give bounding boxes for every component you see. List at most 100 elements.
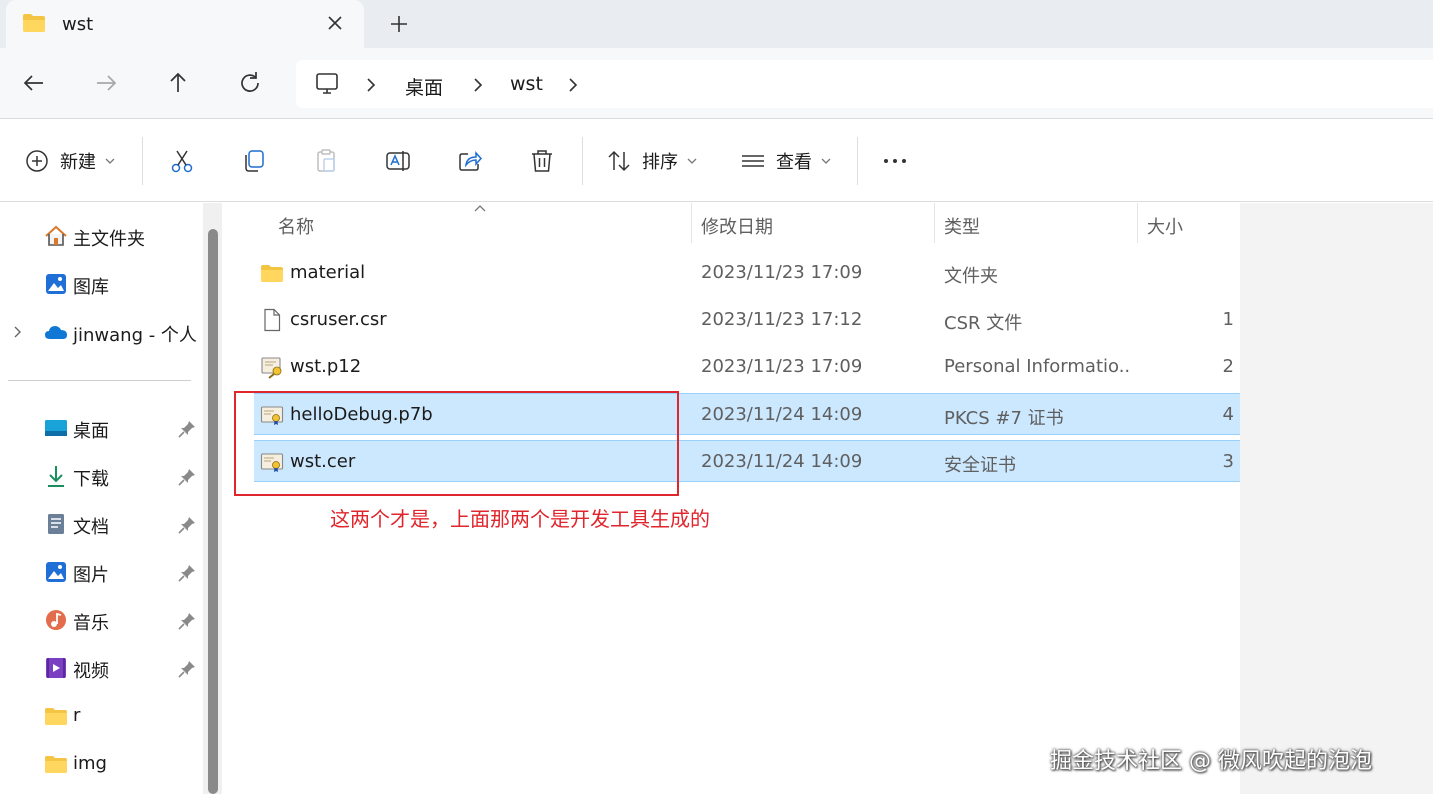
back-arrow-icon[interactable] [21, 70, 47, 96]
chevron-down-icon [687, 158, 697, 164]
sidebar-scrollbar-thumb[interactable] [208, 229, 218, 794]
file-list-scroll-area [1240, 203, 1433, 794]
sidebar-item-label: img [73, 753, 107, 774]
pin-icon[interactable] [178, 660, 196, 678]
more-dots-icon [884, 159, 906, 163]
new-tab-icon[interactable] [387, 12, 411, 36]
column-header-name[interactable]: 名称 [278, 213, 314, 239]
refresh-icon[interactable] [237, 70, 263, 96]
sidebar-item-label: 主文件夹 [73, 229, 145, 250]
chevron-right-icon[interactable] [11, 324, 25, 340]
chevron-right-icon[interactable] [471, 77, 485, 93]
close-icon[interactable] [324, 12, 346, 34]
file-date: 2023/11/23 17:09 [701, 356, 863, 377]
file-date: 2023/11/24 14:09 [701, 404, 863, 425]
file-size: 1 [1222, 309, 1234, 330]
chevron-right-icon[interactable] [364, 77, 378, 93]
sidebar-item-music[interactable]: 音乐 [0, 600, 205, 640]
sidebar-item-folder-r[interactable]: r [0, 696, 205, 736]
clipboard-icon [317, 149, 335, 172]
command-bar: 新建 排序 查看 [0, 118, 1433, 202]
sidebar-divider [8, 380, 191, 381]
watermark: 掘金技术社区 @ 微风吹起的泡泡 [1050, 749, 1372, 774]
file-row-hellodebug[interactable]: helloDebug.p7b 2023/11/24 14:09 PKCS #7 … [254, 393, 1240, 435]
trash-icon [532, 150, 552, 172]
chevron-right-icon[interactable] [566, 77, 580, 93]
annotation-note: 这两个才是，上面那两个是开发工具生成的 [330, 507, 710, 531]
sort-label: 排序 [642, 152, 678, 173]
copy-button[interactable] [241, 148, 267, 174]
file-date: 2023/11/23 17:12 [701, 309, 863, 330]
column-divider[interactable] [934, 203, 935, 243]
sidebar-item-onedrive[interactable]: jinwang - 个人 [0, 312, 205, 352]
pin-icon[interactable] [178, 612, 196, 630]
view-button[interactable]: 查看 [740, 148, 832, 174]
sidebar-item-videos[interactable]: 视频 [0, 648, 205, 688]
sidebar-item-home[interactable]: 主文件夹 [0, 216, 205, 256]
separator [582, 137, 583, 185]
sort-icon [608, 150, 630, 172]
sidebar-item-pictures[interactable]: 图片 [0, 552, 205, 592]
gallery-icon [46, 274, 66, 294]
file-row-wst-p12[interactable]: wst.p12 2023/11/23 17:09 Personal Inform… [254, 346, 1240, 388]
file-date: 2023/11/24 14:09 [701, 451, 863, 472]
breadcrumb-desktop[interactable]: 桌面 [405, 73, 443, 100]
certificate-icon [260, 453, 284, 472]
pictures-icon [46, 562, 66, 582]
share-button[interactable] [457, 148, 483, 174]
file-name: wst.p12 [290, 356, 362, 377]
tab-title: wst [62, 14, 94, 35]
onedrive-cloud-icon [45, 326, 67, 339]
file-size: 4 [1222, 404, 1234, 425]
tab-wst[interactable]: wst [6, 0, 364, 50]
view-label: 查看 [776, 152, 812, 173]
file-list: 名称 修改日期 类型 大小 material 2023/11/23 17:09 … [222, 203, 1433, 794]
computer-icon [316, 73, 338, 94]
rename-button[interactable] [385, 148, 411, 174]
file-row-wst-cer[interactable]: wst.cer 2023/11/24 14:09 安全证书 3 [254, 440, 1240, 482]
navigation-bar: 桌面 wst [0, 48, 1433, 118]
sidebar-item-folder-img[interactable]: img [0, 744, 205, 784]
sidebar-item-label: 桌面 [73, 421, 109, 442]
column-header-size[interactable]: 大小 [1147, 213, 1183, 239]
column-header-date[interactable]: 修改日期 [701, 213, 773, 239]
file-size: 2 [1222, 356, 1234, 377]
chevron-down-icon [821, 158, 831, 164]
folder-icon [261, 265, 283, 282]
file-row-csruser[interactable]: csruser.csr 2023/11/23 17:12 CSR 文件 1 [254, 299, 1240, 341]
folder-icon [45, 756, 67, 773]
view-list-icon [742, 155, 764, 167]
pin-icon[interactable] [178, 516, 196, 534]
new-button[interactable]: 新建 [24, 148, 116, 174]
cut-button[interactable] [169, 148, 195, 174]
pin-icon[interactable] [178, 468, 196, 486]
breadcrumb-wst[interactable]: wst [510, 73, 543, 95]
sidebar-item-desktop[interactable]: 桌面 [0, 408, 205, 448]
navigation-pane: 主文件夹 图库 jinwang - 个人 桌面 下载 文档 图片 音乐 视频 r… [0, 203, 222, 794]
home-icon [45, 225, 67, 246]
sidebar-item-downloads[interactable]: 下载 [0, 456, 205, 496]
more-options-button[interactable] [882, 148, 908, 174]
paste-button[interactable] [313, 148, 339, 174]
sidebar-item-documents[interactable]: 文档 [0, 504, 205, 544]
certificate-key-icon [261, 357, 282, 379]
sidebar-item-gallery[interactable]: 图库 [0, 264, 205, 304]
column-header-type[interactable]: 类型 [944, 213, 980, 239]
sidebar-item-label: 下载 [73, 469, 109, 490]
sidebar-item-label: 音乐 [73, 613, 109, 634]
column-divider[interactable] [1137, 203, 1138, 243]
pin-icon[interactable] [178, 420, 196, 438]
file-size: 3 [1222, 451, 1234, 472]
address-bar[interactable]: 桌面 wst [296, 60, 1433, 108]
column-divider[interactable] [691, 203, 692, 243]
pin-icon[interactable] [178, 564, 196, 582]
separator [142, 137, 143, 185]
certificate-icon [260, 406, 284, 425]
sort-button[interactable]: 排序 [606, 148, 698, 174]
file-row-material[interactable]: material 2023/11/23 17:09 文件夹 [254, 252, 1240, 294]
forward-arrow-icon[interactable] [93, 70, 119, 96]
file-type: 文件夹 [944, 266, 998, 287]
sidebar-item-label: 图片 [73, 565, 109, 586]
up-arrow-icon[interactable] [165, 70, 191, 96]
delete-button[interactable] [529, 148, 555, 174]
